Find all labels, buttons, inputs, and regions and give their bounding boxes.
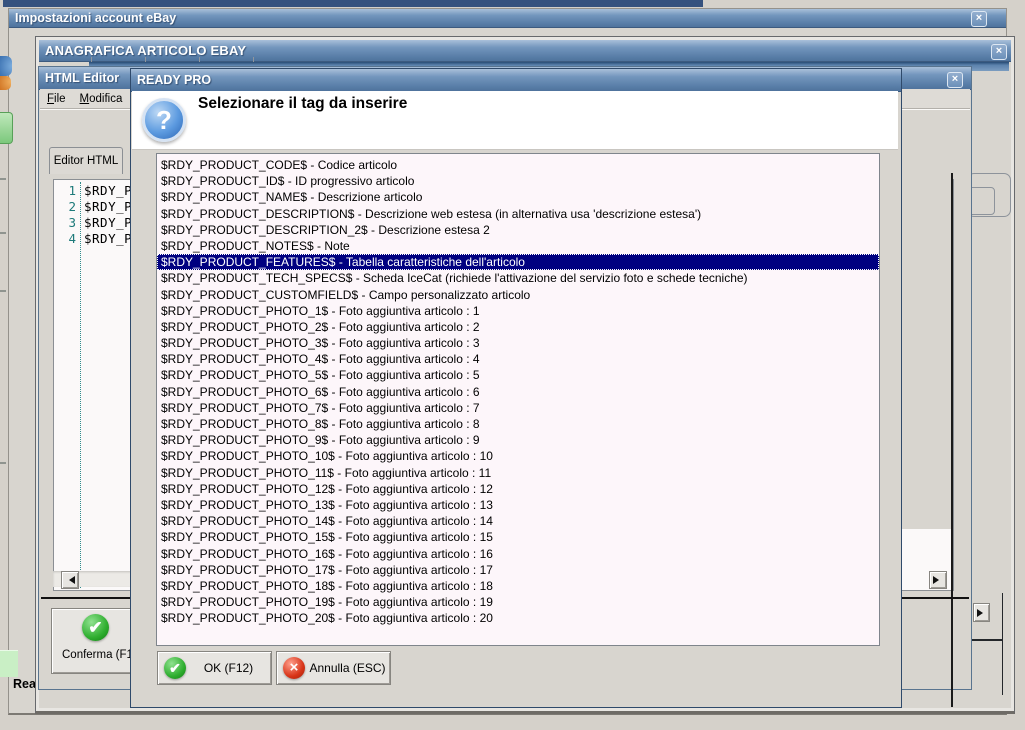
background-text-speck [0, 462, 6, 464]
tag-list-item[interactable]: $RDY_PRODUCT_DESCRIPTION$ - Descrizione … [157, 206, 879, 222]
impostazioni-close-icon[interactable]: × [971, 11, 987, 27]
line-number: 4 [68, 231, 76, 246]
editor-covered-area [901, 113, 952, 529]
background-icon-fragment-orange [0, 76, 11, 90]
tag-list[interactable]: $RDY_PRODUCT_CODE$ - Codice articolo $RD… [156, 153, 880, 646]
tag-list-item[interactable]: $RDY_PRODUCT_PHOTO_19$ - Foto aggiuntiva… [157, 594, 879, 610]
hidden-panel-border [972, 639, 1003, 641]
annulla-button[interactable]: × Annulla (ESC) [276, 651, 391, 685]
dialog-heading: Selezionare il tag da inserire [198, 95, 408, 112]
ready-pro-title: READY PRO [137, 73, 212, 87]
html-editor-close-icon[interactable]: × [947, 72, 963, 88]
background-text-speck [0, 232, 6, 234]
line-text: $RDY_P [84, 199, 133, 214]
tag-list-item[interactable]: $RDY_PRODUCT_PHOTO_10$ - Foto aggiuntiva… [157, 448, 879, 464]
tag-list-item[interactable]: $RDY_PRODUCT_PHOTO_12$ - Foto aggiuntiva… [157, 481, 879, 497]
background-icon-fragment-green [0, 112, 13, 144]
background-text-speck [0, 178, 6, 180]
dialog-ready-pro: READY PRO ? Selezionare il tag da inseri… [130, 68, 902, 708]
ok-check-icon: ✔ [164, 657, 186, 679]
ok-button[interactable]: ✔ OK (F12) [157, 651, 272, 685]
tag-list-item[interactable]: $RDY_PRODUCT_PHOTO_20$ - Foto aggiuntiva… [157, 610, 879, 626]
question-icon: ? [142, 98, 186, 142]
ok-button-label: OK (F12) [203, 661, 254, 675]
right-triangle-icon [976, 608, 987, 617]
tag-list-item[interactable]: $RDY_PRODUCT_CUSTOMFIELD$ - Campo person… [157, 287, 879, 303]
html-editor-title: HTML Editor [45, 71, 120, 85]
tag-list-item[interactable]: $RDY_PRODUCT_PHOTO_6$ - Foto aggiuntiva … [157, 384, 879, 400]
line-text: $RDY_P [84, 215, 133, 230]
tag-list-item[interactable]: $RDY_PRODUCT_PHOTO_16$ - Foto aggiuntiva… [157, 546, 879, 562]
tag-list-item[interactable]: $RDY_PRODUCT_PHOTO_3$ - Foto aggiuntiva … [157, 335, 879, 351]
tag-list-item[interactable]: $RDY_PRODUCT_NOTES$ - Note [157, 238, 879, 254]
line-number: 2 [68, 199, 76, 214]
tab-editor-html-label: Editor HTML [53, 155, 119, 167]
tag-list-item[interactable]: $RDY_PRODUCT_PHOTO_13$ - Foto aggiuntiva… [157, 497, 879, 513]
background-text-speck [0, 290, 6, 292]
annulla-x-icon: × [283, 657, 305, 679]
tag-list-item[interactable]: $RDY_PRODUCT_PHOTO_2$ - Foto aggiuntiva … [157, 319, 879, 335]
tag-list-item[interactable]: $RDY_PRODUCT_PHOTO_4$ - Foto aggiuntiva … [157, 351, 879, 367]
tag-list-item[interactable]: $RDY_PRODUCT_TECH_SPECS$ - Scheda IceCat… [157, 270, 879, 286]
anagrafica-close-icon[interactable]: × [991, 44, 1007, 60]
impostazioni-title: Impostazioni account eBay [15, 11, 177, 25]
tag-list-item[interactable]: $RDY_PRODUCT_PHOTO_9$ - Foto aggiuntiva … [157, 432, 879, 448]
menu-modifica[interactable]: Modifica [73, 91, 130, 107]
tag-list-item[interactable]: $RDY_PRODUCT_NAME$ - Descrizione articol… [157, 189, 879, 205]
line-number: 3 [68, 215, 76, 230]
tag-list-item[interactable]: $RDY_PRODUCT_PHOTO_18$ - Foto aggiuntiva… [157, 578, 879, 594]
gutter-divider [80, 182, 81, 588]
background-titlebar-fragment [3, 0, 703, 7]
confirm-check-icon: ✔ [82, 614, 109, 641]
menu-file[interactable]: File [40, 91, 73, 107]
tag-list-item[interactable]: $RDY_PRODUCT_PHOTO_17$ - Foto aggiuntiva… [157, 562, 879, 578]
editor-scroll-left-button[interactable] [61, 571, 79, 589]
editor-right-border [951, 173, 953, 707]
annulla-button-label: Annulla (ESC) [309, 661, 386, 675]
tag-list-item[interactable]: $RDY_PRODUCT_CODE$ - Codice articolo [157, 157, 879, 173]
line-text: $RDY_P [84, 183, 133, 198]
editor-scroll-right-button[interactable] [929, 571, 947, 589]
tag-list-item[interactable]: $RDY_PRODUCT_PHOTO_15$ - Foto aggiuntiva… [157, 529, 879, 545]
impostazioni-titlebar: Impostazioni account eBay [9, 9, 1006, 28]
conferma-button-label: Conferma (F1 [62, 649, 133, 661]
anagrafica-titlebar: ANAGRAFICA ARTICOLO EBAY [39, 40, 1011, 62]
tag-list-item[interactable]: $RDY_PRODUCT_PHOTO_14$ - Foto aggiuntiva… [157, 513, 879, 529]
ready-pro-titlebar: READY PRO [131, 69, 901, 92]
tag-list-item[interactable]: $RDY_PRODUCT_PHOTO_8$ - Foto aggiuntiva … [157, 416, 879, 432]
tab-editor-html[interactable]: Editor HTML [49, 147, 123, 174]
tag-list-item[interactable]: $RDY_PRODUCT_ID$ - ID progressivo artico… [157, 173, 879, 189]
tag-list-item[interactable]: $RDY_PRODUCT_PHOTO_1$ - Foto aggiuntiva … [157, 303, 879, 319]
dialog-header: ? Selezionare il tag da inserire [132, 91, 898, 150]
line-text: $RDY_P [84, 231, 133, 246]
background-icon-fragment-blue [0, 56, 12, 76]
anagrafica-title: ANAGRAFICA ARTICOLO EBAY [45, 43, 247, 58]
right-triangle-icon [933, 576, 943, 584]
tag-list-item[interactable]: $RDY_PRODUCT_DESCRIPTION_2$ - Descrizion… [157, 222, 879, 238]
tag-list-item[interactable]: $RDY_PRODUCT_PHOTO_11$ - Foto aggiuntiva… [157, 465, 879, 481]
left-triangle-icon [65, 576, 75, 584]
tag-list-item[interactable]: $RDY_PRODUCT_PHOTO_5$ - Foto aggiuntiva … [157, 367, 879, 383]
background-panel-fragment-green [0, 650, 18, 677]
hidden-scroll-right-button[interactable] [973, 603, 990, 622]
conferma-button[interactable]: ✔ Conferma (F1 [51, 608, 139, 674]
hidden-panel-border [1002, 593, 1003, 695]
line-number: 1 [68, 183, 76, 198]
tag-list-item[interactable]: $RDY_PRODUCT_FEATURES$ - Tabella caratte… [157, 254, 879, 271]
tag-list-item[interactable]: $RDY_PRODUCT_PHOTO_7$ - Foto aggiuntiva … [157, 400, 879, 416]
